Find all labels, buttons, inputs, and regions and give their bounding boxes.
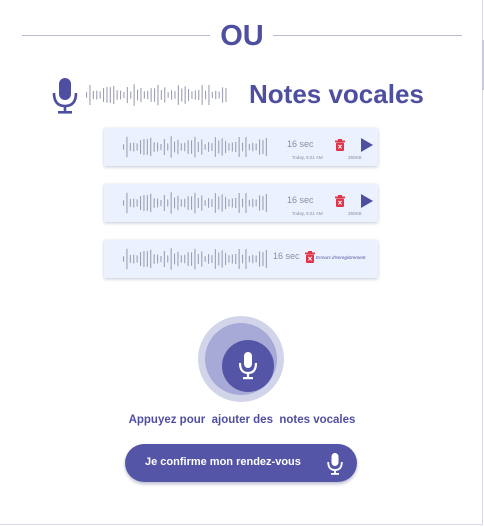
waveform-icon xyxy=(123,192,267,214)
waveform-icon xyxy=(86,84,227,106)
note-size: 350KB xyxy=(348,211,362,216)
confirm-appointment-button[interactable]: Je confirme mon rendez-vous xyxy=(125,444,357,482)
voice-note-card[interactable]: 16 sec Today, 8:21 AM 350KB xyxy=(104,128,378,166)
microphone-icon xyxy=(52,78,78,114)
page-title: Notes vocales xyxy=(249,79,424,109)
voice-note-card[interactable]: 16 sec Today, 8:21 AM 350KB xyxy=(104,184,378,222)
note-duration: 16 sec xyxy=(287,139,314,149)
record-ring xyxy=(205,323,277,395)
note-date: Today, 8:21 AM xyxy=(292,155,323,160)
trash-icon[interactable] xyxy=(305,251,315,263)
microphone-icon xyxy=(327,453,343,475)
divider-line-right xyxy=(273,35,462,36)
record-core xyxy=(222,340,274,392)
microphone-icon xyxy=(238,352,258,380)
note-date: Today, 8:21 AM xyxy=(292,211,323,216)
record-hint: Appuyez pour ajouter des notes vocales xyxy=(128,414,356,426)
or-divider: OU xyxy=(22,18,462,54)
note-duration: 16 sec xyxy=(287,195,314,205)
waveform-icon xyxy=(123,136,267,158)
record-button[interactable] xyxy=(198,316,284,402)
note-size: 350KB xyxy=(348,155,362,160)
waveform-icon xyxy=(123,248,267,270)
recording-error-text: Erreurs d'enregistrement xyxy=(316,255,366,260)
divider-text: OU xyxy=(220,20,264,52)
play-icon[interactable] xyxy=(361,138,373,152)
voice-notes-header: Notes vocales xyxy=(52,74,447,118)
divider-line-left xyxy=(22,35,210,36)
voice-note-card-error[interactable]: 16 sec Erreurs d'enregistrement xyxy=(104,240,378,278)
note-duration: 16 sec xyxy=(273,251,300,261)
trash-icon[interactable] xyxy=(335,195,345,207)
play-icon[interactable] xyxy=(361,194,373,208)
confirm-button-label: Je confirme mon rendez-vous xyxy=(145,456,301,468)
trash-icon[interactable] xyxy=(335,139,345,151)
